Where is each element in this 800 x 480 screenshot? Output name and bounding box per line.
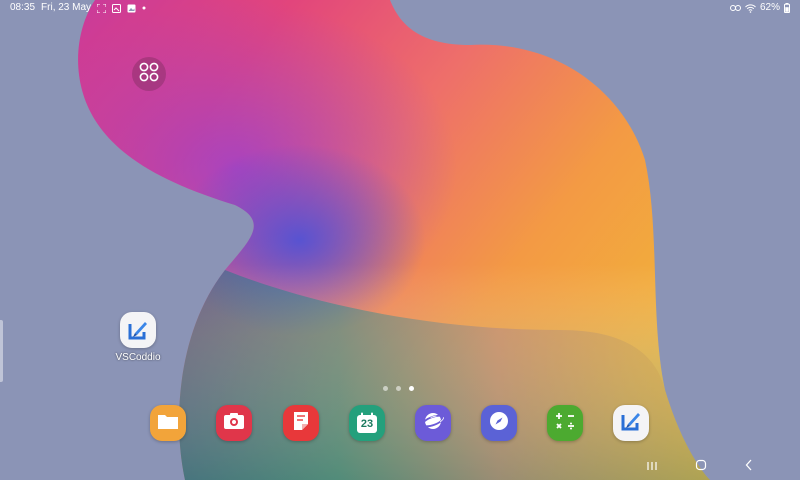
dock-app-calculator[interactable]	[547, 405, 583, 441]
dock-app-vscoddio[interactable]	[613, 405, 649, 441]
home-button[interactable]	[691, 458, 711, 476]
gallery-icon	[112, 3, 122, 13]
calendar-day: 23	[360, 418, 374, 430]
home-icon	[695, 458, 707, 476]
dock-app-navigation[interactable]	[481, 405, 517, 441]
status-bar: 08:35 Fri, 23 May 62%	[0, 0, 800, 16]
my-files-icon	[157, 412, 179, 435]
recents-icon	[646, 458, 658, 476]
shortcut-label: VSCoddio	[115, 352, 161, 363]
status-date: Fri, 23 May	[41, 2, 92, 13]
status-time: 08:35	[10, 2, 36, 13]
navigation-bar	[0, 455, 800, 480]
edge-panel-handle[interactable]	[0, 320, 3, 382]
recents-button[interactable]	[642, 458, 662, 476]
dock-app-calendar[interactable]: 23	[349, 405, 385, 441]
apps-grid-icon	[138, 61, 160, 88]
calculator-icon	[554, 410, 576, 437]
link-icon	[729, 4, 741, 12]
notes-icon	[292, 411, 310, 436]
wifi-icon	[745, 3, 756, 13]
battery-percentage: 62%	[759, 2, 780, 13]
dot-icon	[142, 6, 146, 10]
home-screen: 08:35 Fri, 23 May 62% VSCoddio 23	[0, 0, 800, 480]
dock-app-internet[interactable]	[415, 405, 451, 441]
camera-icon	[223, 412, 245, 435]
vscoddio-icon	[619, 409, 643, 438]
status-right: 62%	[729, 1, 790, 15]
battery-icon	[784, 3, 790, 13]
page-indicator	[383, 386, 414, 391]
dock-app-camera[interactable]	[216, 405, 252, 441]
page-dot-2[interactable]	[396, 386, 401, 391]
internet-icon	[421, 409, 445, 438]
calendar-icon: 23	[356, 412, 378, 434]
back-button[interactable]	[739, 458, 759, 476]
dock: 23	[150, 405, 650, 443]
status-left: 08:35 Fri, 23 May	[10, 1, 146, 15]
screenshot-icon	[97, 3, 107, 13]
image-icon	[127, 4, 136, 13]
page-dot-3[interactable]	[409, 386, 414, 391]
back-icon	[744, 458, 754, 476]
compass-icon	[488, 410, 510, 437]
apps-button[interactable]	[132, 57, 166, 91]
dock-app-my-files[interactable]	[150, 405, 186, 441]
page-dot-1[interactable]	[383, 386, 388, 391]
dock-app-notes[interactable]	[283, 405, 319, 441]
vscoddio-icon	[120, 312, 156, 348]
desktop-shortcut-vscoddio[interactable]: VSCoddio	[110, 312, 166, 363]
